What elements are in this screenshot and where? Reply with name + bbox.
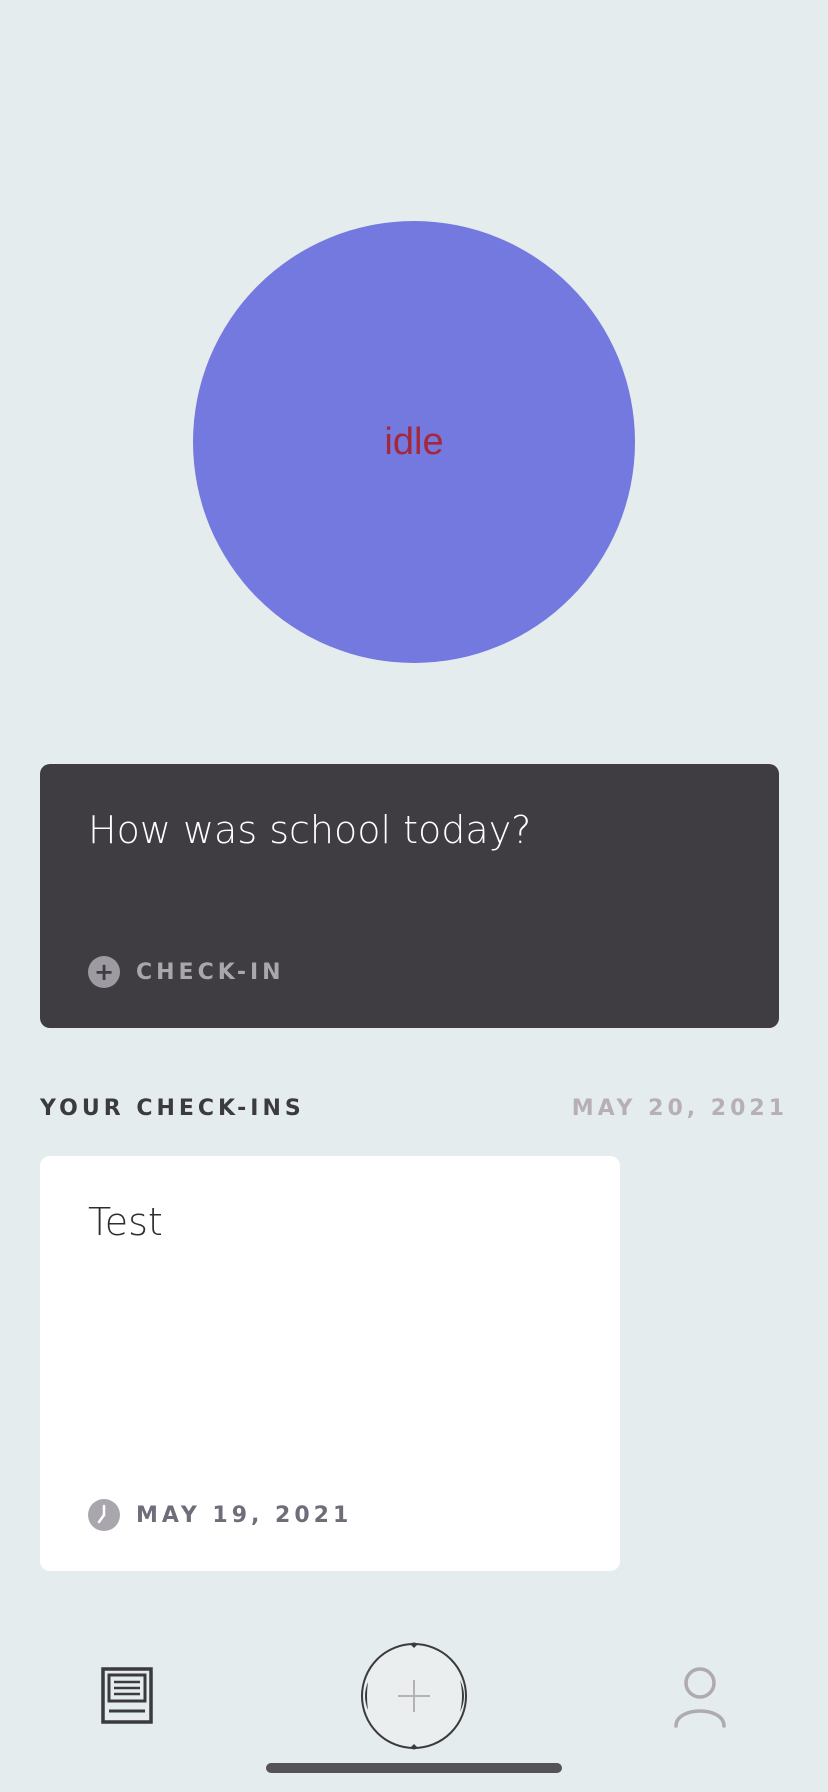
- person-icon: [674, 1667, 726, 1728]
- check-in-card[interactable]: Test MAY 19, 2021: [40, 1156, 620, 1571]
- journal-icon: [101, 1667, 153, 1724]
- orb-status-label: idle: [384, 420, 444, 463]
- plus-circle-icon: +: [88, 956, 120, 988]
- tab-journal[interactable]: [100, 1666, 156, 1726]
- check-in-date-row: MAY 19, 2021: [88, 1499, 352, 1531]
- home-indicator[interactable]: [266, 1763, 562, 1773]
- mood-orb[interactable]: idle: [193, 221, 635, 663]
- prompt-question: How was school today?: [88, 808, 532, 852]
- section-title: YOUR CHECK-INS: [40, 1096, 305, 1121]
- plus-icon: [361, 1642, 467, 1750]
- tab-add-button[interactable]: [358, 1640, 470, 1752]
- section-date: MAY 20, 2021: [571, 1096, 788, 1121]
- check-in-title: Test: [88, 1200, 163, 1244]
- tab-profile[interactable]: [672, 1666, 728, 1728]
- check-in-date: MAY 19, 2021: [136, 1502, 353, 1528]
- check-in-button[interactable]: + CHECK-IN: [88, 956, 285, 988]
- check-in-label: CHECK-IN: [136, 959, 285, 985]
- prompt-card: How was school today? + CHECK-IN: [40, 764, 779, 1028]
- clock-icon: [88, 1499, 120, 1531]
